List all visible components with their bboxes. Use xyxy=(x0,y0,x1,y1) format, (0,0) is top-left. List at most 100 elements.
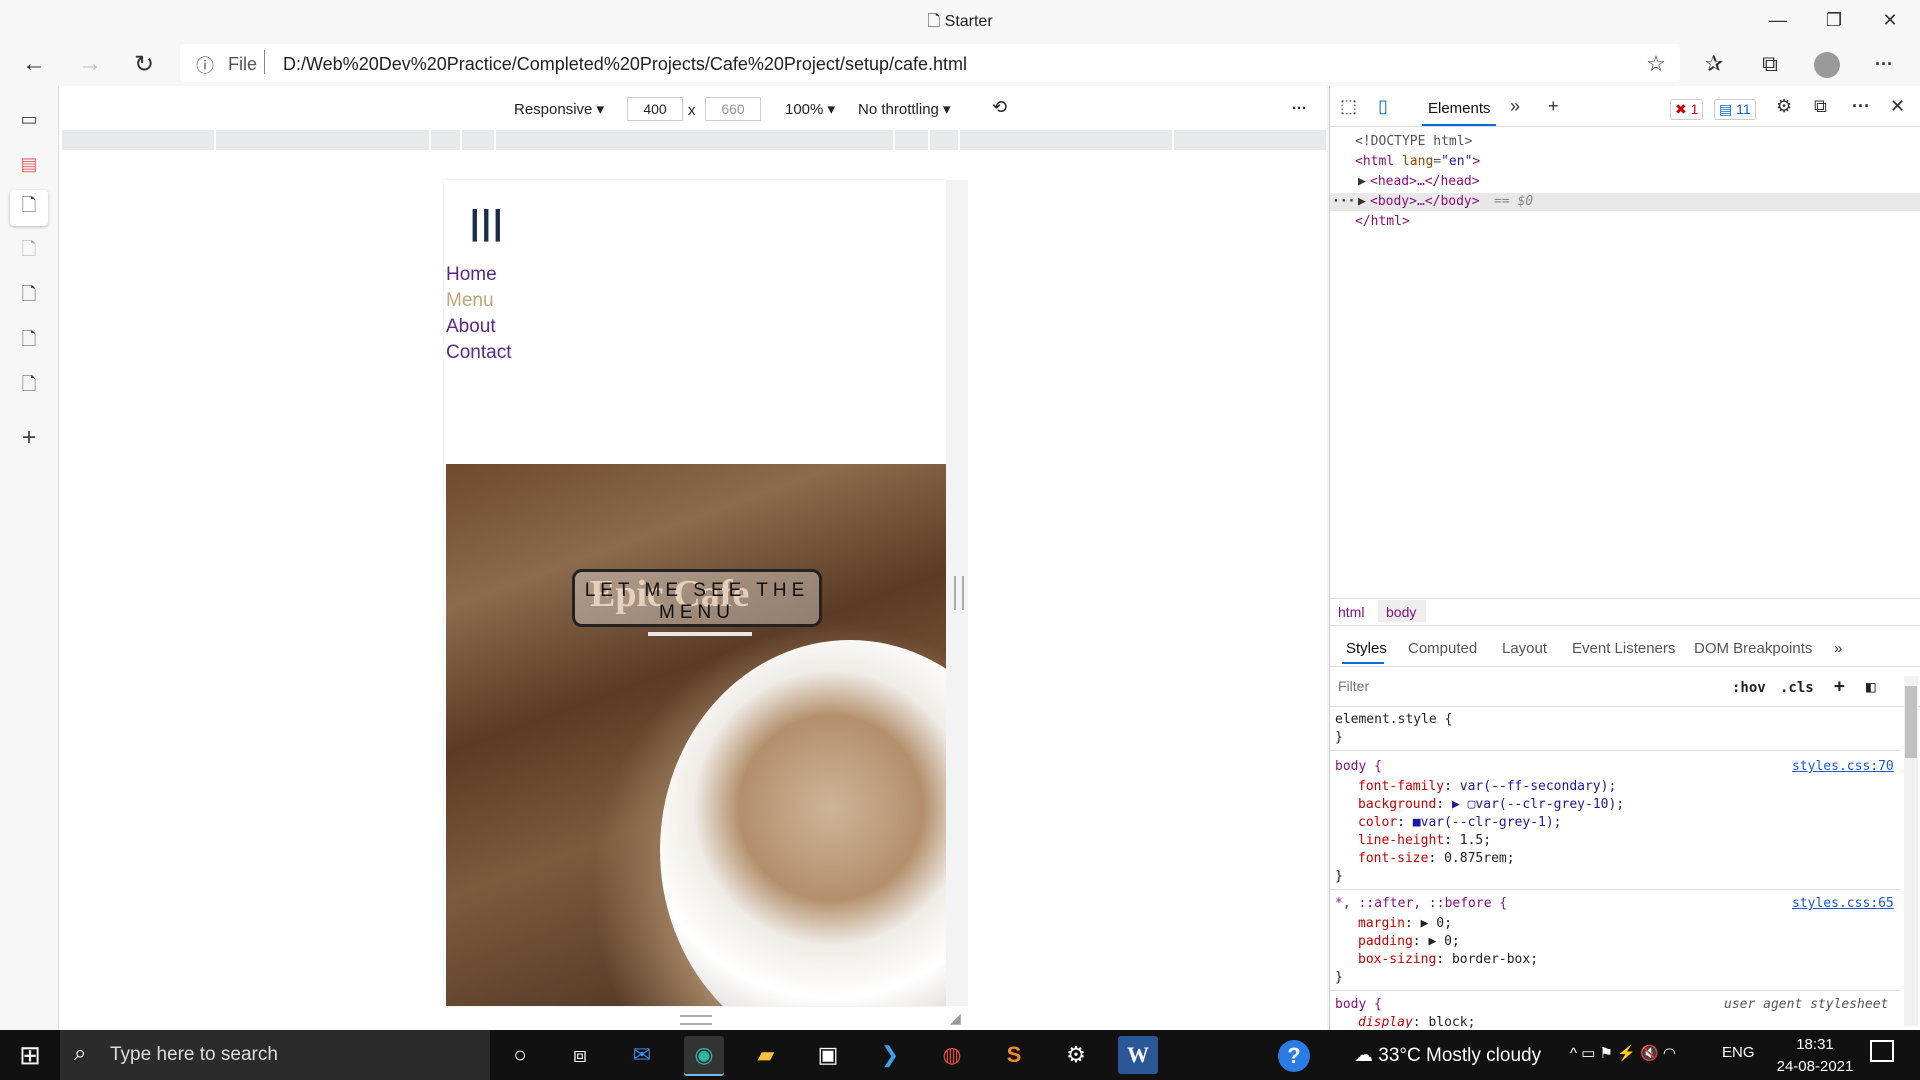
new-rule-icon[interactable]: + xyxy=(1834,676,1845,697)
nav-link-contact[interactable]: Contact xyxy=(446,342,511,364)
style-property[interactable]: color: ■var(--clr-grey-1); xyxy=(1358,815,1562,830)
task-view-icon[interactable]: ⧈ xyxy=(560,1036,600,1074)
style-property[interactable]: font-size: 0.875rem; xyxy=(1358,851,1515,866)
zoom-select[interactable]: 100% ▾ xyxy=(785,100,835,118)
style-property[interactable]: display: block; xyxy=(1358,1015,1475,1028)
device-toolbar-more-icon[interactable]: ··· xyxy=(1292,100,1307,117)
tab-computed[interactable]: Computed xyxy=(1408,640,1477,657)
mail-icon[interactable]: ✉ xyxy=(622,1036,662,1074)
resize-corner-icon[interactable]: ◢ xyxy=(950,1010,961,1027)
notifications-icon[interactable] xyxy=(1870,1040,1894,1062)
more-subtabs-icon[interactable]: » xyxy=(1834,640,1842,657)
close-devtools-icon[interactable]: ✕ xyxy=(1890,96,1905,117)
style-property[interactable]: margin: ▶ 0; xyxy=(1358,916,1452,931)
clock-date[interactable]: 24-08-2021 xyxy=(1770,1058,1860,1075)
nav-link-home[interactable]: Home xyxy=(446,264,497,286)
styles-filter-input[interactable]: Filter xyxy=(1334,672,1724,700)
tab-page-icon[interactable]: 🗋 xyxy=(10,234,48,270)
hamburger-menu-icon[interactable]: ||| xyxy=(470,204,505,243)
universal-rule-source-link[interactable]: styles.css:65 xyxy=(1792,896,1894,911)
settings-gear-icon[interactable]: ⚙ xyxy=(1776,96,1792,117)
dock-icon[interactable]: ⧉ xyxy=(1814,96,1827,117)
tab-dom-breakpoints[interactable]: DOM Breakpoints xyxy=(1694,640,1812,657)
dom-html-close[interactable]: </html> xyxy=(1355,214,1410,229)
help-icon[interactable]: ? xyxy=(1278,1040,1310,1072)
resize-handle-bottom[interactable] xyxy=(680,1015,712,1025)
forward-icon[interactable]: → xyxy=(72,48,108,80)
add-favorite-icon[interactable]: ☆ xyxy=(1638,48,1674,80)
body-rule-selector[interactable]: body { xyxy=(1335,759,1382,774)
restore-button[interactable]: ❐ xyxy=(1806,0,1862,40)
width-input[interactable]: 400 xyxy=(627,97,683,121)
add-panel-icon[interactable]: + xyxy=(1548,96,1559,117)
hover-state-toggle[interactable]: :hov xyxy=(1732,680,1766,696)
ua-rule-selector[interactable]: body { xyxy=(1335,997,1382,1012)
tab-actions-icon[interactable]: ▭ xyxy=(10,101,48,137)
info-icon[interactable]: ⓘ xyxy=(196,52,214,78)
tab-event-listeners[interactable]: Event Listeners xyxy=(1572,640,1675,657)
weather-widget[interactable]: ☁ 33°C Mostly cloudy xyxy=(1354,1044,1541,1067)
collections-icon[interactable]: ⧉ xyxy=(1752,48,1788,80)
tab-page-icon[interactable]: 🗋 xyxy=(10,369,48,405)
style-property[interactable]: box-sizing: border-box; xyxy=(1358,952,1538,967)
close-window-button[interactable]: ✕ xyxy=(1862,0,1918,40)
universal-rule-selector[interactable]: *, ::after, ::before { xyxy=(1335,896,1507,911)
more-tabs-icon[interactable]: » xyxy=(1510,96,1520,117)
menu-cta-button[interactable]: LET ME SEE THE MENU xyxy=(572,569,822,627)
language-indicator[interactable]: ENG xyxy=(1722,1044,1755,1061)
tab-page-icon[interactable]: 🗋 xyxy=(10,279,48,315)
sublime-text-icon[interactable]: S xyxy=(994,1036,1034,1074)
settings-icon[interactable]: ⚙ xyxy=(1056,1036,1096,1074)
favorites-icon[interactable]: ✰ xyxy=(1696,48,1732,80)
tab-layout[interactable]: Layout xyxy=(1502,640,1547,657)
expand-body-icon[interactable]: ▶ xyxy=(1358,194,1366,209)
style-property[interactable]: background: ▶ ▢var(--clr-grey-10); xyxy=(1358,797,1624,812)
windows-start-icon[interactable]: ⊞ xyxy=(10,1036,50,1074)
dom-html-open[interactable]: <html lang="en"> xyxy=(1355,154,1480,169)
settings-more-icon[interactable]: ··· xyxy=(1866,48,1902,80)
rotate-icon[interactable]: ⟲ xyxy=(992,97,1007,118)
active-tab-icon[interactable]: 🗋 xyxy=(10,190,48,226)
style-property[interactable]: padding: ▶ 0; xyxy=(1358,934,1460,949)
vscode-icon[interactable]: ❯ xyxy=(870,1036,910,1074)
refresh-icon[interactable]: ↻ xyxy=(126,48,162,80)
nav-link-menu[interactable]: Menu xyxy=(446,290,494,312)
inspect-element-icon[interactable]: ⬚ xyxy=(1340,96,1357,117)
new-tab-icon[interactable]: + xyxy=(10,420,48,456)
body-rule-source-link[interactable]: styles.css:70 xyxy=(1792,759,1894,774)
dom-row-menu-icon[interactable]: ··· xyxy=(1332,194,1355,209)
class-toggle[interactable]: .cls xyxy=(1780,680,1814,696)
search-placeholder[interactable]: Type here to search xyxy=(110,1044,278,1066)
system-tray-icons[interactable]: ^ ▭ ⚑ ⚡ 🔇 ◠ xyxy=(1570,1044,1676,1062)
url-text[interactable]: D:/Web%20Dev%20Practice/Completed%20Proj… xyxy=(283,54,967,75)
breadcrumb-body[interactable]: body xyxy=(1386,604,1416,620)
resize-handle-right[interactable] xyxy=(954,576,964,610)
height-input[interactable]: 660 xyxy=(705,97,761,121)
dom-head[interactable]: <head>…</head> xyxy=(1370,174,1480,189)
toggle-sidebar-icon[interactable]: ◧ xyxy=(1866,677,1876,696)
clock-time[interactable]: 18:31 xyxy=(1770,1036,1860,1053)
breadcrumb-html[interactable]: html xyxy=(1338,604,1364,620)
device-mode-select[interactable]: Responsive ▾ xyxy=(514,100,604,118)
expand-head-icon[interactable]: ▶ xyxy=(1358,174,1366,189)
style-property[interactable]: line-height: 1.5; xyxy=(1358,833,1491,848)
minimize-button[interactable]: — xyxy=(1750,0,1806,40)
styles-scrollbar-thumb[interactable] xyxy=(1905,686,1917,758)
errors-badge[interactable]: ✖ 1 xyxy=(1670,99,1704,120)
element-style-selector[interactable]: element.style { xyxy=(1335,712,1452,727)
profile-avatar[interactable] xyxy=(1814,52,1840,78)
dom-doctype[interactable]: <!DOCTYPE html> xyxy=(1355,134,1472,149)
device-emulation-icon[interactable]: ▯ xyxy=(1378,96,1388,117)
store-icon[interactable]: ▣ xyxy=(808,1036,848,1074)
nav-link-about[interactable]: About xyxy=(446,316,496,338)
devtools-menu-icon[interactable]: ··· xyxy=(1852,96,1870,117)
file-explorer-icon[interactable]: ▰ xyxy=(746,1036,786,1074)
cortana-icon[interactable]: ○ xyxy=(500,1036,540,1074)
tab-styles[interactable]: Styles xyxy=(1346,640,1387,657)
messages-badge[interactable]: ▤ 11 xyxy=(1714,99,1756,120)
style-property[interactable]: font-family: var(--ff-secondary); xyxy=(1358,779,1616,794)
back-icon[interactable]: ← xyxy=(16,48,52,80)
tab-page-icon[interactable]: 🗋 xyxy=(10,324,48,360)
dom-body[interactable]: <body>…</body> xyxy=(1370,194,1480,209)
throttling-select[interactable]: No throttling ▾ xyxy=(858,100,951,118)
